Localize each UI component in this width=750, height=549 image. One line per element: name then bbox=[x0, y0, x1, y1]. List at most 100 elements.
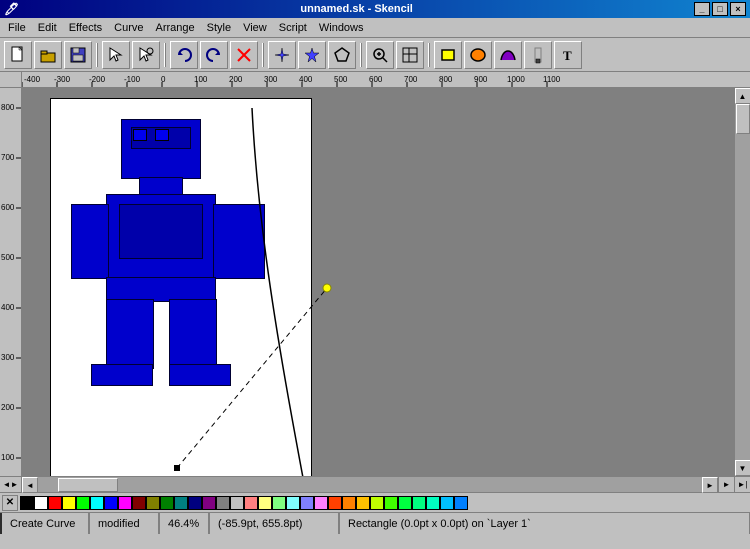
bezier-tool[interactable] bbox=[494, 41, 522, 69]
hscroll-track[interactable] bbox=[38, 477, 702, 492]
maximize-button[interactable]: □ bbox=[712, 2, 728, 16]
color-mint[interactable] bbox=[412, 496, 426, 510]
menu-script[interactable]: Script bbox=[273, 20, 313, 36]
zoom-in-tool[interactable] bbox=[366, 41, 394, 69]
color-red[interactable] bbox=[48, 496, 62, 510]
svg-text:-400: -400 bbox=[24, 75, 41, 84]
star4-tool[interactable] bbox=[268, 41, 296, 69]
open-button[interactable] bbox=[34, 41, 62, 69]
main-area: -400 -300 -200 -100 0 100 200 300 bbox=[0, 72, 750, 492]
status-state: modified bbox=[90, 513, 160, 534]
color-cornflower[interactable] bbox=[454, 496, 468, 510]
left-foot bbox=[91, 364, 153, 386]
torso-inner bbox=[119, 204, 203, 259]
color-springgreen[interactable] bbox=[398, 496, 412, 510]
separator4 bbox=[360, 43, 362, 67]
page-next-icon[interactable]: ► bbox=[719, 477, 734, 492]
polygon-tool[interactable] bbox=[328, 41, 356, 69]
svg-text:800: 800 bbox=[1, 103, 15, 112]
tab-left-button[interactable]: ◄ bbox=[3, 480, 11, 489]
delete-button[interactable] bbox=[230, 41, 258, 69]
minimize-button[interactable]: _ bbox=[694, 2, 710, 16]
rect-tool[interactable] bbox=[434, 41, 462, 69]
svg-text:1000: 1000 bbox=[507, 75, 525, 84]
color-lightblue[interactable] bbox=[300, 496, 314, 510]
menu-arrange[interactable]: Arrange bbox=[149, 20, 200, 36]
color-aqua[interactable] bbox=[426, 496, 440, 510]
menu-file[interactable]: File bbox=[2, 20, 32, 36]
scroll-right-button[interactable]: ► bbox=[702, 477, 718, 493]
eye-left bbox=[133, 129, 147, 141]
color-purple[interactable] bbox=[202, 496, 216, 510]
color-maroon[interactable] bbox=[132, 496, 146, 510]
star5-tool[interactable] bbox=[298, 41, 326, 69]
color-black[interactable] bbox=[20, 496, 34, 510]
undo-button[interactable] bbox=[170, 41, 198, 69]
vertical-scrollbar[interactable]: ▲ ▼ bbox=[734, 88, 750, 476]
close-button[interactable]: × bbox=[730, 2, 746, 16]
menu-view[interactable]: View bbox=[237, 20, 273, 36]
color-orange1[interactable] bbox=[328, 496, 342, 510]
color-skyblue[interactable] bbox=[440, 496, 454, 510]
color-lime[interactable] bbox=[76, 496, 90, 510]
no-color-button[interactable]: ✕ bbox=[2, 495, 18, 511]
text-tool[interactable]: T bbox=[554, 41, 582, 69]
ruler-horizontal: -400 -300 -200 -100 0 100 200 300 bbox=[22, 72, 750, 88]
save-button[interactable] bbox=[64, 41, 92, 69]
color-green[interactable] bbox=[160, 496, 174, 510]
svg-text:400: 400 bbox=[299, 75, 313, 84]
vscroll-track[interactable] bbox=[735, 104, 750, 460]
color-amber[interactable] bbox=[356, 496, 370, 510]
right-arm bbox=[213, 204, 265, 279]
menu-effects[interactable]: Effects bbox=[63, 20, 108, 36]
grid-tool[interactable] bbox=[396, 41, 424, 69]
horizontal-scrollbar[interactable]: ◄ ► bbox=[22, 476, 718, 492]
color-lightgreen[interactable] bbox=[272, 496, 286, 510]
color-blue[interactable] bbox=[104, 496, 118, 510]
color-teal[interactable] bbox=[174, 496, 188, 510]
color-navy[interactable] bbox=[188, 496, 202, 510]
color-magenta[interactable] bbox=[118, 496, 132, 510]
titlebar: 🖊 unnamed.sk - Skencil _ □ × bbox=[0, 0, 750, 18]
scroll-end-button[interactable]: ►| bbox=[734, 476, 750, 492]
color-lime2[interactable] bbox=[370, 496, 384, 510]
pen-tool[interactable] bbox=[524, 41, 552, 69]
drawing-page bbox=[50, 98, 312, 476]
tab-right-button[interactable]: ► bbox=[11, 480, 19, 489]
color-chartreuse[interactable] bbox=[384, 496, 398, 510]
color-olive[interactable] bbox=[146, 496, 160, 510]
select-tool[interactable] bbox=[132, 41, 160, 69]
scroll-down-button[interactable]: ▼ bbox=[735, 460, 750, 476]
color-yellow[interactable] bbox=[62, 496, 76, 510]
menu-edit[interactable]: Edit bbox=[32, 20, 63, 36]
ellipse-tool[interactable] bbox=[464, 41, 492, 69]
color-gray[interactable] bbox=[216, 496, 230, 510]
right-foot bbox=[169, 364, 231, 386]
canvas-viewport[interactable] bbox=[22, 88, 734, 476]
color-lightcyan[interactable] bbox=[286, 496, 300, 510]
new-button[interactable] bbox=[4, 41, 32, 69]
status-mode: Create Curve bbox=[0, 513, 90, 534]
redo-button[interactable] bbox=[200, 41, 228, 69]
palette-colors bbox=[20, 496, 468, 510]
svg-text:200: 200 bbox=[229, 75, 243, 84]
color-silver[interactable] bbox=[230, 496, 244, 510]
svg-text:300: 300 bbox=[1, 353, 15, 362]
color-orange2[interactable] bbox=[342, 496, 356, 510]
svg-text:700: 700 bbox=[1, 153, 15, 162]
color-white[interactable] bbox=[34, 496, 48, 510]
scroll-up-button[interactable]: ▲ bbox=[735, 88, 750, 104]
color-pink[interactable] bbox=[244, 496, 258, 510]
menu-curve[interactable]: Curve bbox=[108, 20, 149, 36]
svg-text:400: 400 bbox=[1, 303, 15, 312]
scroll-left-button[interactable]: ◄ bbox=[22, 477, 38, 493]
titlebar-controls: _ □ × bbox=[694, 2, 746, 16]
arrow-tool[interactable] bbox=[102, 41, 130, 69]
color-cyan[interactable] bbox=[90, 496, 104, 510]
menu-windows[interactable]: Windows bbox=[313, 20, 370, 36]
statusbar: Create Curve modified 46.4% (-85.9pt, 65… bbox=[0, 512, 750, 534]
toolbar: T bbox=[0, 38, 750, 72]
menu-style[interactable]: Style bbox=[201, 20, 237, 36]
color-lightmagenta[interactable] bbox=[314, 496, 328, 510]
color-lightyellow[interactable] bbox=[258, 496, 272, 510]
